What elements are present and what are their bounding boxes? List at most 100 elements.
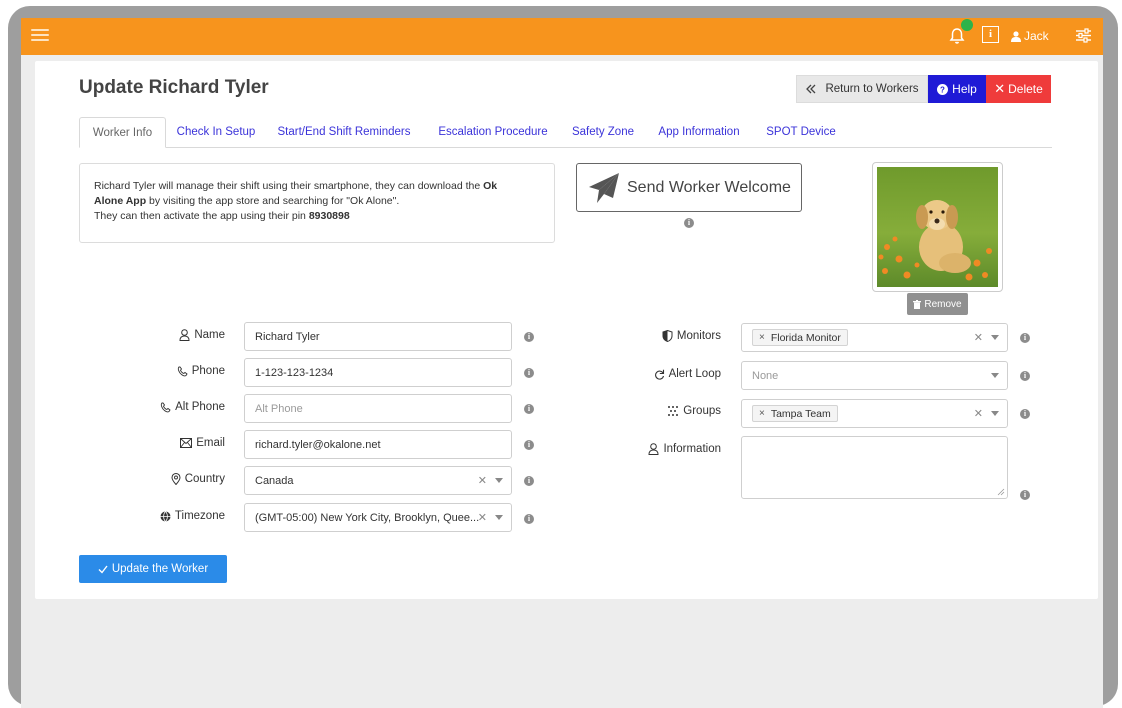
email-value: richard.tyler@okalone.net (255, 438, 381, 451)
alert-loop-label-text: Alert Loop (668, 368, 721, 380)
tab-worker-info[interactable]: Worker Info (79, 117, 166, 148)
close-icon: ✕ (994, 81, 1006, 96)
groups-label-text: Groups (683, 405, 721, 417)
information-textarea[interactable] (741, 436, 1008, 499)
alert-loop-select[interactable]: None (741, 361, 1008, 390)
country-value: Canada (255, 474, 294, 487)
monitors-label: Monitors (621, 330, 721, 342)
name-value: Richard Tyler (255, 330, 320, 343)
notice-text-2: by visiting the app store and searching … (146, 195, 400, 207)
alt-phone-field[interactable]: Alt Phone (244, 394, 512, 423)
clear-icon[interactable]: ✕ (974, 331, 983, 344)
email-label: Email (141, 437, 225, 449)
chevron-down-icon[interactable] (991, 335, 999, 340)
user-icon (1011, 30, 1021, 42)
user-name: Jack (1024, 29, 1049, 43)
timezone-value: (GMT-05:00) New York City, Brooklyn, Que… (255, 511, 480, 524)
monitor-chip: × Florida Monitor (752, 329, 848, 346)
group-chip-label: Tampa Team (770, 407, 831, 420)
notice-text-3: They can then activate the app using the… (94, 210, 309, 222)
check-icon (98, 565, 108, 574)
resize-handle-icon[interactable] (997, 488, 1005, 496)
country-label-text: Country (184, 473, 225, 485)
phone-field[interactable]: 1-123-123-1234 (244, 358, 512, 387)
phone-info-icon[interactable]: i (524, 368, 534, 378)
monitor-chip-label: Florida Monitor (770, 331, 841, 344)
app-instructions-notice: Richard Tyler will manage their shift us… (79, 163, 555, 243)
alt-phone-info-icon[interactable]: i (524, 404, 534, 414)
information-label-text: Information (663, 443, 721, 455)
groups-label: Groups (621, 405, 721, 417)
chevron-down-icon[interactable] (495, 478, 503, 483)
user-outline-icon (648, 443, 659, 455)
tab-check-in-setup[interactable]: Check In Setup (176, 117, 256, 148)
delete-label: Delete (1008, 82, 1043, 96)
worker-photo (872, 162, 1003, 292)
notice-text-1: Richard Tyler will manage their shift us… (94, 180, 484, 192)
clear-icon[interactable]: ✕ (478, 474, 487, 487)
monitors-info-icon[interactable]: i (1020, 333, 1030, 343)
remove-chip-icon[interactable]: × (759, 332, 765, 343)
puppy-photo (877, 167, 998, 287)
tab-escalation-procedure[interactable]: Escalation Procedure (434, 117, 552, 148)
email-field[interactable]: richard.tyler@okalone.net (244, 430, 512, 459)
information-label: Information (621, 443, 721, 455)
notification-dot (960, 18, 974, 32)
clear-icon[interactable]: ✕ (974, 407, 983, 420)
timezone-info-icon[interactable]: i (524, 514, 534, 524)
dots-grid-icon (668, 406, 679, 416)
country-label: Country (141, 473, 225, 485)
country-select[interactable]: Canada ✕ (244, 466, 512, 495)
return-to-workers-button[interactable]: Return to Workers (796, 75, 928, 103)
app-screen: i Jack Update Richard Tyler Return to Wo… (21, 18, 1103, 708)
groups-select[interactable]: × Tampa Team ✕ (741, 399, 1008, 428)
help-button[interactable]: ? Help (928, 75, 986, 103)
shield-icon (662, 330, 673, 342)
notice-app-name-1: Ok (483, 180, 498, 192)
tab-app-information[interactable]: App Information (655, 117, 743, 148)
remove-photo-button[interactable]: Remove (907, 293, 968, 315)
map-pin-icon (171, 473, 181, 485)
user-menu[interactable]: Jack (1011, 26, 1049, 46)
notice-app-name-2: Alone App (94, 195, 147, 207)
info-icon[interactable]: i (982, 26, 999, 43)
redo-icon (654, 369, 664, 380)
email-info-icon[interactable]: i (524, 440, 534, 450)
trash-icon (913, 299, 922, 309)
notice-pin: 8930898 (308, 210, 350, 222)
update-worker-button[interactable]: Update the Worker (79, 555, 227, 583)
country-info-icon[interactable]: i (524, 476, 534, 486)
information-info-icon[interactable]: i (1020, 490, 1030, 500)
sliders-icon[interactable] (1075, 27, 1092, 44)
alert-loop-info-icon[interactable]: i (1020, 371, 1030, 381)
tab-shift-reminders[interactable]: Start/End Shift Reminders (274, 117, 414, 148)
delete-button[interactable]: ✕ Delete (986, 75, 1051, 103)
alert-loop-value: None (752, 369, 779, 382)
alt-phone-placeholder: Alt Phone (255, 402, 303, 415)
chevron-down-icon[interactable] (495, 515, 503, 520)
name-label-text: Name (194, 329, 225, 341)
remove-chip-icon[interactable]: × (759, 408, 765, 419)
name-label: Name (141, 329, 225, 341)
group-chip: × Tampa Team (752, 405, 838, 422)
name-field[interactable]: Richard Tyler (244, 322, 512, 351)
clear-icon[interactable]: ✕ (478, 511, 487, 524)
paper-plane-icon (589, 172, 619, 203)
send-worker-welcome-button[interactable]: Send Worker Welcome (576, 163, 802, 212)
alt-phone-label: Alt Phone (141, 401, 225, 413)
tab-spot-device[interactable]: SPOT Device (761, 117, 841, 148)
update-worker-label: Update the Worker (111, 563, 209, 575)
timezone-select[interactable]: (GMT-05:00) New York City, Brooklyn, Que… (244, 503, 512, 532)
groups-info-icon[interactable]: i (1020, 409, 1030, 419)
page-title: Update Richard Tyler (79, 77, 269, 98)
welcome-info-icon[interactable]: i (684, 218, 694, 228)
name-info-icon[interactable]: i (524, 332, 534, 342)
chevron-down-icon[interactable] (991, 411, 999, 416)
send-worker-welcome-label: Send Worker Welcome (627, 178, 791, 196)
globe-icon (160, 510, 171, 522)
phone-icon (177, 366, 188, 376)
chevron-down-icon[interactable] (991, 373, 999, 378)
monitors-select[interactable]: × Florida Monitor ✕ (741, 323, 1008, 352)
menu-icon[interactable] (31, 26, 49, 46)
tab-safety-zone[interactable]: Safety Zone (569, 117, 637, 148)
